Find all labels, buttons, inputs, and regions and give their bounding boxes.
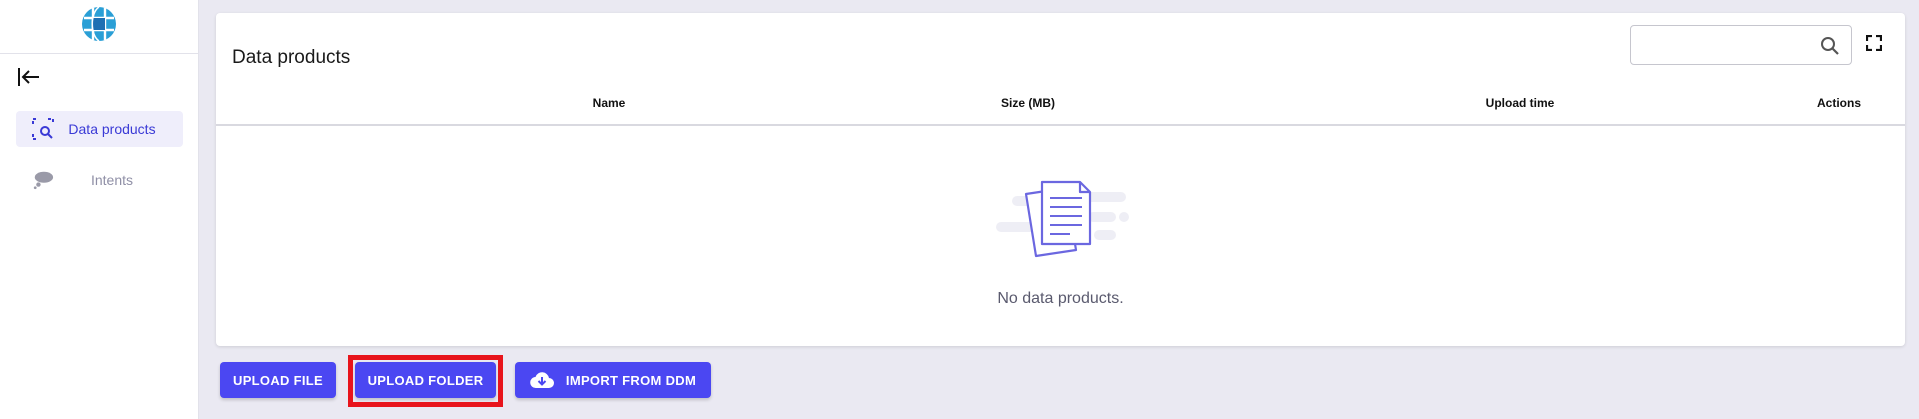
import-from-ddm-label: IMPORT FROM DDM — [565, 372, 697, 388]
cloud-download-icon — [530, 370, 554, 390]
column-header-size[interactable]: Size (MB) — [928, 91, 1128, 126]
empty-state-message: No data products. — [997, 290, 1124, 307]
page-title: Data products — [232, 47, 351, 68]
sidebar-item-data-products[interactable]: Data products — [16, 111, 183, 147]
sidebar-item-label: Data products — [68, 121, 156, 137]
import-from-ddm-button[interactable]: IMPORT FROM DDM — [515, 362, 711, 398]
upload-file-button[interactable]: UPLOAD FILE — [220, 362, 336, 398]
logo-area — [0, 0, 198, 54]
column-header-actions: Actions — [1816, 96, 1861, 110]
fullscreen-button[interactable] — [1863, 34, 1885, 56]
data-search-icon — [32, 118, 54, 140]
collapse-left-icon — [17, 66, 41, 93]
empty-documents-icon — [996, 178, 1136, 266]
sidebar-item-intents[interactable]: Intents — [16, 162, 183, 198]
search-icon[interactable] — [1819, 35, 1841, 57]
collapse-sidebar-button[interactable] — [16, 66, 42, 92]
sidebar-item-label: Intents — [90, 172, 134, 188]
column-header-name[interactable]: Name — [509, 91, 709, 126]
search-field[interactable] — [1630, 25, 1852, 65]
upload-folder-button[interactable]: UPLOAD FOLDER — [355, 362, 496, 398]
fullscreen-icon — [1865, 34, 1883, 56]
empty-state: No data products. — [216, 128, 1905, 346]
column-header-upload-time[interactable]: Upload time — [1420, 91, 1620, 126]
upload-folder-label: UPLOAD FOLDER — [367, 372, 484, 388]
data-products-card: Data products Name Size (MB) Upload time… — [216, 13, 1905, 346]
cloud-thought-icon — [32, 169, 54, 191]
sidebar: Data products Intents — [0, 0, 199, 419]
globe-logo-icon[interactable] — [80, 5, 118, 48]
upload-file-label: UPLOAD FILE — [233, 372, 323, 388]
search-input[interactable] — [1641, 34, 1811, 56]
table-header: Name Size (MB) Upload time Actions — [216, 91, 1905, 126]
